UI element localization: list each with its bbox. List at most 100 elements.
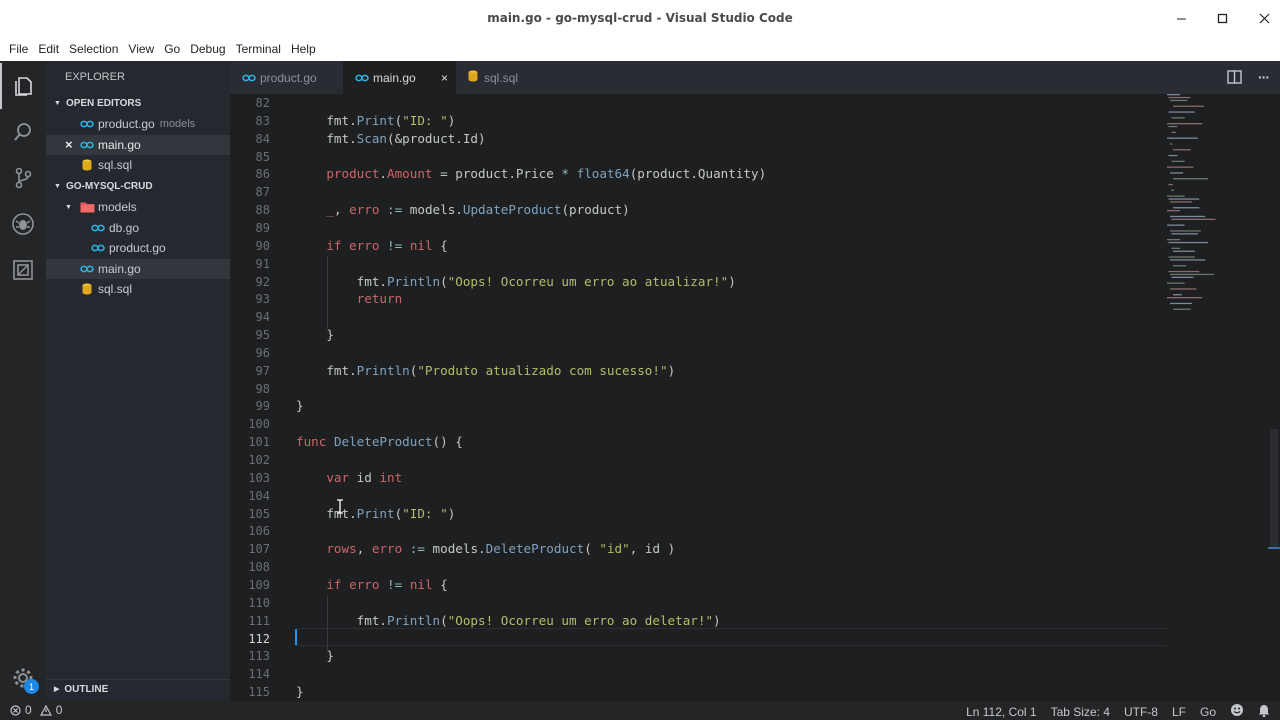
code-line[interactable]: 98 xyxy=(230,380,1280,398)
open-editor-name: main.go xyxy=(98,137,141,152)
code-line[interactable]: 107 rows, erro := models.DeleteProduct( … xyxy=(230,540,1280,558)
more-actions-icon[interactable]: ··· xyxy=(1258,69,1270,85)
tree-folder-models[interactable]: ▼ models xyxy=(46,197,230,218)
outline-section[interactable]: ▶ OUTLINE xyxy=(46,679,230,701)
code-line[interactable]: 109 if erro != nil { xyxy=(230,576,1280,594)
minimap-line xyxy=(1173,105,1204,107)
debug-icon[interactable] xyxy=(0,201,46,247)
maximize-button[interactable] xyxy=(1201,0,1243,37)
source-control-icon[interactable] xyxy=(0,155,46,201)
code-text: fmt.Println("Oops! Ocorreu um erro ao at… xyxy=(296,273,736,289)
code-line[interactable]: 89 xyxy=(230,219,1280,237)
split-editor-icon[interactable] xyxy=(1227,70,1242,89)
code-line[interactable]: 90 if erro != nil { xyxy=(230,237,1280,255)
menu-debug[interactable]: Debug xyxy=(185,42,230,56)
minimap-line xyxy=(1171,189,1174,191)
tree-item[interactable]: db.go xyxy=(46,217,230,238)
menu-selection[interactable]: Selection xyxy=(64,42,123,56)
open-editor-item[interactable]: × main.go xyxy=(46,134,230,156)
minimap-line xyxy=(1167,166,1194,168)
project-section[interactable]: ▼ GO-MYSQL-CRUD xyxy=(46,176,230,197)
code-line[interactable]: 104 xyxy=(230,487,1280,505)
minimize-button[interactable] xyxy=(1160,0,1202,37)
code-line[interactable]: 95 } xyxy=(230,326,1280,344)
tab-sql-sql[interactable]: sql.sql xyxy=(456,61,569,94)
line-number: 100 xyxy=(248,417,270,432)
code-line[interactable]: 106 xyxy=(230,522,1280,540)
menu-edit[interactable]: Edit xyxy=(33,42,64,56)
code-line[interactable]: 87 xyxy=(230,183,1280,201)
problems-indicator[interactable]: 0 0 xyxy=(10,703,62,717)
minimap[interactable] xyxy=(1163,94,1268,324)
tree-item[interactable]: product.go xyxy=(46,238,230,259)
tab-size[interactable]: Tab Size: 4 xyxy=(1051,705,1110,719)
vertical-scrollbar[interactable] xyxy=(1268,94,1280,701)
code-line[interactable]: 111 fmt.Println("Oops! Ocorreu um erro a… xyxy=(230,612,1280,630)
close-window-button[interactable] xyxy=(1243,0,1280,37)
search-icon[interactable] xyxy=(0,109,46,155)
code-line[interactable]: 91 xyxy=(230,255,1280,273)
tree-item[interactable]: sql.sql xyxy=(46,279,230,300)
code-line[interactable]: 94 xyxy=(230,308,1280,326)
code-line[interactable]: 114 xyxy=(230,665,1280,683)
open-editors-section[interactable]: ▼ OPEN EDITORS xyxy=(46,93,230,114)
manage-gear-icon[interactable]: 1 xyxy=(0,655,46,701)
code-line[interactable]: 97 fmt.Println("Produto atualizado com s… xyxy=(230,362,1280,380)
minimap-line xyxy=(1167,297,1203,299)
code-line[interactable]: 84 fmt.Scan(&product.Id) xyxy=(230,130,1280,148)
tree-item[interactable]: main.go xyxy=(46,258,230,280)
feedback-smiley-icon[interactable] xyxy=(1230,703,1244,720)
line-number: 88 xyxy=(255,203,270,218)
line-number: 102 xyxy=(248,453,270,467)
code-line[interactable]: 100 xyxy=(230,415,1280,433)
code-line[interactable]: 85 xyxy=(230,148,1280,166)
code-line[interactable]: 110 xyxy=(230,594,1280,612)
line-number: 111 xyxy=(248,613,270,628)
explorer-icon[interactable] xyxy=(0,63,46,109)
code-line[interactable]: 105 fmt.Print("ID: ") xyxy=(230,505,1280,523)
menu-go[interactable]: Go xyxy=(159,42,185,56)
line-number: 95 xyxy=(255,328,270,343)
code-line[interactable]: 112 xyxy=(230,630,1280,648)
open-editor-item[interactable]: sql.sql xyxy=(46,155,230,176)
tab-product-go[interactable]: product.go xyxy=(230,61,343,94)
code-line[interactable]: 113 } xyxy=(230,647,1280,665)
chevron-down-icon: ▼ xyxy=(54,182,61,190)
cursor-position[interactable]: Ln 112, Col 1 xyxy=(966,705,1037,719)
line-number: 91 xyxy=(255,256,270,271)
code-line[interactable]: 108 xyxy=(230,558,1280,576)
code-line[interactable]: 86 product.Amount = product.Price * floa… xyxy=(230,165,1280,183)
menu-file[interactable]: File xyxy=(4,42,33,56)
notifications-bell-icon[interactable] xyxy=(1258,704,1270,720)
code-line[interactable]: 101 func DeleteProduct() { xyxy=(230,433,1280,451)
open-editor-item[interactable]: product.go models xyxy=(46,114,230,135)
mouse-ibeam-cursor xyxy=(336,499,344,514)
code-line[interactable]: 103 var id int xyxy=(230,469,1280,487)
close-icon[interactable]: × xyxy=(65,137,79,152)
menu-view[interactable]: View xyxy=(123,42,159,56)
language-mode[interactable]: Go xyxy=(1200,705,1216,719)
code-line[interactable]: 93 return xyxy=(230,290,1280,308)
code-editor[interactable]: 82 83 fmt.Print("ID: ") 84 fmt.Scan(&produ… xyxy=(230,94,1280,701)
menu-terminal[interactable]: Terminal xyxy=(231,42,286,56)
minimap-line xyxy=(1168,125,1178,128)
minimap-line xyxy=(1170,99,1188,102)
close-icon[interactable]: × xyxy=(441,71,448,85)
code-line[interactable]: 83 fmt.Print("ID: ") xyxy=(230,112,1280,130)
extensions-icon[interactable] xyxy=(0,247,46,293)
menu-help[interactable]: Help xyxy=(286,42,321,56)
code-line[interactable]: 102 xyxy=(230,451,1280,469)
code-line[interactable]: 88 _, erro := models.UpdateProduct(produ… xyxy=(230,201,1280,219)
code-line[interactable]: 99} xyxy=(230,397,1280,415)
line-ending[interactable]: LF xyxy=(1172,705,1186,719)
code-line[interactable]: 92 fmt.Println("Oops! Ocorreu um erro ao… xyxy=(230,273,1280,291)
code-line[interactable]: 82 xyxy=(230,94,1280,112)
code-line[interactable]: 115} xyxy=(230,683,1280,701)
scrollbar-thumb[interactable] xyxy=(1270,429,1278,549)
code-line[interactable]: 96 xyxy=(230,344,1280,362)
tab-main-go[interactable]: main.go × xyxy=(343,61,456,94)
encoding[interactable]: UTF-8 xyxy=(1124,705,1158,719)
line-number: 105 xyxy=(248,506,270,521)
line-number: 86 xyxy=(255,167,270,182)
minimap-line xyxy=(1171,131,1176,133)
